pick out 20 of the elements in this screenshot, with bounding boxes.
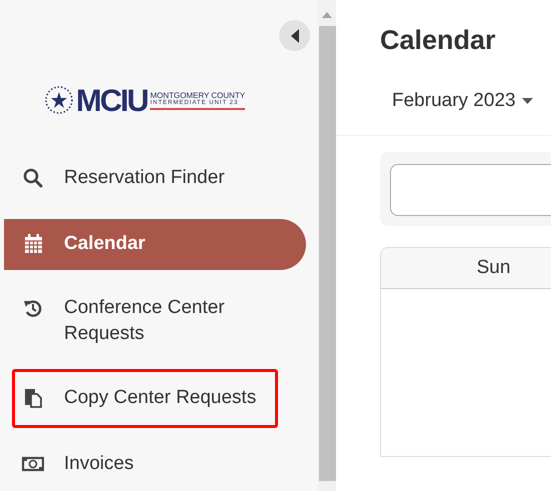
month-dropdown[interactable]: February 2023 xyxy=(392,87,533,116)
page-title: Calendar xyxy=(380,24,497,57)
scroll-up-icon[interactable] xyxy=(322,12,332,18)
history-icon xyxy=(23,298,43,318)
calendar-icon xyxy=(24,234,42,254)
nav-item[interactable]: Reservation Finder xyxy=(0,165,300,191)
star-seal-icon xyxy=(44,85,74,115)
caret-down-icon xyxy=(522,98,533,104)
logo-subtitle: MONTGOMERY COUNTY xyxy=(150,90,246,100)
nav-item[interactable]: Copy Center Requests xyxy=(13,370,277,426)
logo-wordmark: MCIU xyxy=(76,84,148,116)
nav-item[interactable]: Invoices xyxy=(0,451,300,477)
column-header: Sun xyxy=(381,248,551,288)
caret-icon xyxy=(290,28,298,42)
copy-icon xyxy=(24,388,42,408)
collapse-button[interactable] xyxy=(279,20,310,51)
search-icon xyxy=(23,168,43,188)
nav-item[interactable]: Conference Center Requests xyxy=(0,295,300,347)
nav-item[interactable]: Calendar xyxy=(4,218,306,270)
banknote-icon xyxy=(22,456,44,472)
